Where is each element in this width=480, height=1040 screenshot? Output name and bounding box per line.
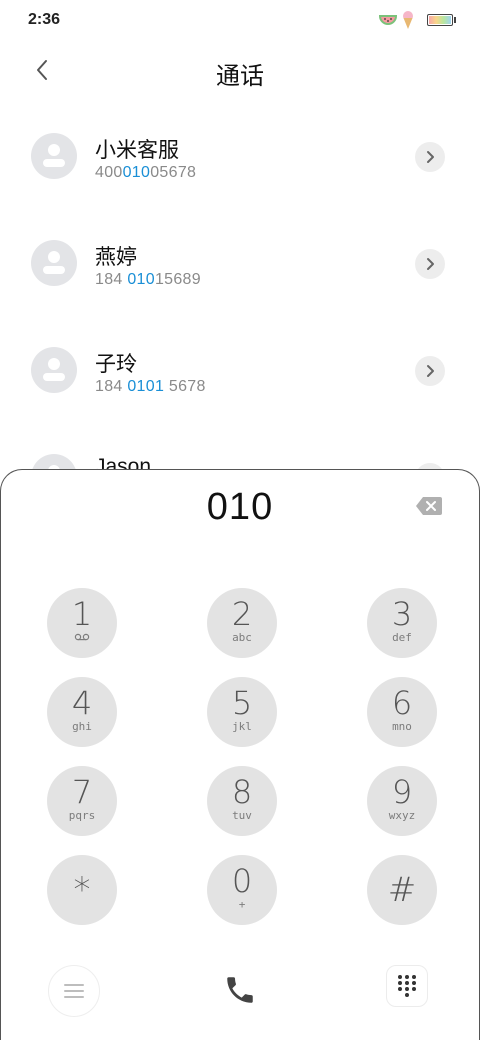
watermelon-icon [379, 15, 397, 25]
battery-icon [427, 14, 453, 26]
match-highlight: 010 [127, 271, 155, 288]
contact-number: 40001005678 [95, 164, 197, 181]
key-digit: 9 [391, 773, 413, 811]
key-letters: tuv [232, 809, 252, 822]
match-highlight: 0101 [127, 378, 165, 395]
person-icon [43, 251, 65, 274]
status-time: 2:36 [28, 11, 61, 28]
delete-button[interactable] [415, 496, 443, 516]
key-digit: 8 [231, 773, 253, 811]
avatar [31, 347, 77, 393]
status-icons [379, 10, 456, 30]
voicemail-icon [47, 632, 117, 644]
key-digit: 1 [71, 595, 93, 633]
star-symbol: * [73, 870, 91, 910]
page-title: 通话 [216, 63, 264, 90]
key-star[interactable]: * [47, 855, 117, 925]
contact-detail-button[interactable] [415, 249, 445, 279]
contact-item[interactable]: 子玲 184 0101 5678 [0, 314, 480, 421]
ice-cream-icon [403, 11, 413, 29]
backspace-icon [416, 497, 442, 515]
key-5[interactable]: 5 jkl [207, 677, 277, 747]
key-letters: def [392, 631, 412, 644]
key-letters: + [238, 898, 246, 911]
key-letters: abc [232, 631, 252, 644]
header: 通话 [0, 48, 480, 92]
key-digit: 6 [391, 684, 413, 722]
avatar [31, 133, 77, 179]
key-9[interactable]: 9 wxyz [367, 766, 437, 836]
call-button[interactable] [216, 966, 264, 1014]
key-1[interactable]: 1 [47, 588, 117, 658]
phone-icon [227, 977, 253, 1003]
contact-name: 子玲 [95, 353, 137, 376]
key-2[interactable]: 2 abc [207, 588, 277, 658]
person-icon [43, 144, 65, 167]
menu-button[interactable] [48, 965, 100, 1017]
key-7[interactable]: 7 pqrs [47, 766, 117, 836]
contact-item[interactable]: 小米客服 40001005678 [0, 100, 480, 207]
key-hash[interactable]: # [367, 855, 437, 925]
contact-number: 184 01015689 [95, 271, 201, 288]
dialpad-toggle-button[interactable] [386, 965, 428, 1007]
contact-detail-button[interactable] [415, 356, 445, 386]
chevron-right-icon [427, 365, 434, 377]
chevron-right-icon [427, 151, 434, 163]
key-digit: 4 [71, 684, 93, 722]
contact-detail-button[interactable] [415, 142, 445, 172]
match-highlight: 010 [122, 164, 151, 181]
chevron-right-icon [427, 258, 434, 270]
key-digit: 5 [231, 684, 253, 722]
hash-symbol: # [387, 870, 417, 910]
contact-item[interactable]: 燕婷 184 01015689 [0, 207, 480, 314]
key-letters: mno [392, 720, 412, 733]
contact-list: 小米客服 40001005678 燕婷 184 01015689 子玲 184 … [0, 100, 480, 528]
menu-icon [64, 984, 84, 998]
key-letters: jkl [232, 720, 252, 733]
key-letters: ghi [72, 720, 92, 733]
key-0[interactable]: 0 + [207, 855, 277, 925]
contact-number: 184 0101 5678 [95, 378, 206, 395]
contact-name: 小米客服 [95, 139, 179, 162]
dial-sheet: 010 1 2 abc 3 def 4 ghi 5 jkl 6 mno 7 pq… [0, 469, 480, 1040]
bottom-bar [0, 960, 480, 1020]
key-letters: pqrs [68, 809, 96, 822]
dial-number-display[interactable]: 010 [1, 486, 479, 529]
key-8[interactable]: 8 tuv [207, 766, 277, 836]
contact-name: 燕婷 [95, 246, 137, 269]
key-digit: 3 [391, 595, 413, 633]
status-bar: 2:36 [0, 0, 480, 40]
key-digit: 7 [71, 773, 93, 811]
key-4[interactable]: 4 ghi [47, 677, 117, 747]
key-letters: wxyz [388, 809, 416, 822]
person-icon [43, 358, 65, 381]
key-digit: 2 [231, 595, 253, 633]
avatar [31, 240, 77, 286]
key-6[interactable]: 6 mno [367, 677, 437, 747]
battery-tip [454, 17, 456, 23]
dialpad-icon [398, 975, 416, 997]
key-digit: 0 [231, 862, 253, 900]
key-3[interactable]: 3 def [367, 588, 437, 658]
